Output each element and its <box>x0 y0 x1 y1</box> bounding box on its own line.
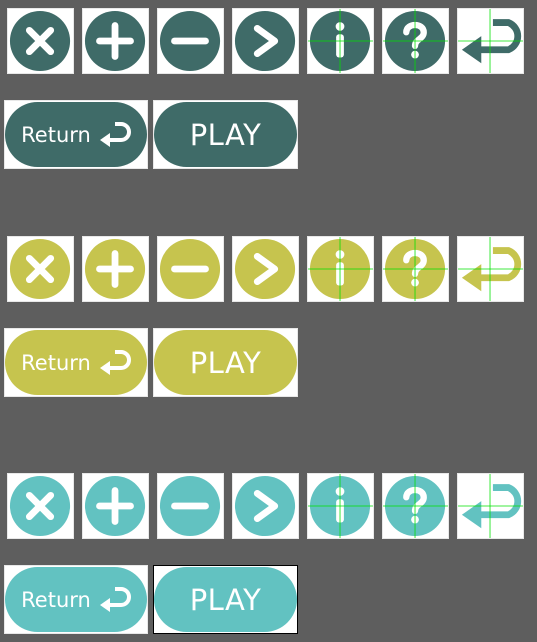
play-label: PLAY <box>189 345 262 380</box>
chevron-right-button[interactable] <box>232 236 299 302</box>
play-button[interactable]: PLAY <box>153 565 298 634</box>
return-label: Return <box>21 350 91 375</box>
chevron-right-icon <box>234 10 296 72</box>
info-button[interactable] <box>307 8 374 74</box>
plus-button[interactable] <box>82 8 149 74</box>
close-button[interactable] <box>7 473 74 539</box>
info-button[interactable] <box>307 473 374 539</box>
play-button[interactable]: PLAY <box>153 328 298 397</box>
close-button[interactable] <box>7 8 74 74</box>
close-icon <box>9 238 71 300</box>
chevron-right-button[interactable] <box>232 473 299 539</box>
return-arrow-icon <box>99 586 131 612</box>
question-button[interactable] <box>382 8 449 74</box>
question-icon <box>383 237 448 301</box>
play-pill: PLAY <box>154 567 297 632</box>
minus-button[interactable] <box>157 8 224 74</box>
info-button[interactable] <box>307 236 374 302</box>
minus-icon <box>159 475 221 537</box>
info-icon <box>308 237 373 301</box>
return-arrow-button[interactable] <box>457 236 524 302</box>
minus-button[interactable] <box>157 473 224 539</box>
return-arrow-button[interactable] <box>457 473 524 539</box>
chevron-right-button[interactable] <box>232 8 299 74</box>
question-button[interactable] <box>382 473 449 539</box>
question-icon <box>383 474 448 538</box>
minus-icon <box>159 238 221 300</box>
plus-button[interactable] <box>82 473 149 539</box>
info-icon <box>308 474 373 538</box>
return-arrow-icon <box>99 121 131 147</box>
return-arrow-icon <box>458 474 523 538</box>
play-label: PLAY <box>189 117 262 152</box>
return-arrow-icon <box>458 9 523 73</box>
question-icon <box>383 9 448 73</box>
plus-icon <box>84 238 146 300</box>
return-arrow-icon <box>99 349 131 375</box>
return-button[interactable]: Return <box>4 328 148 397</box>
chevron-right-icon <box>234 475 296 537</box>
chevron-right-icon <box>234 238 296 300</box>
plus-icon <box>84 10 146 72</box>
play-button[interactable]: PLAY <box>153 100 298 169</box>
return-arrow-icon <box>458 237 523 301</box>
return-label: Return <box>21 122 91 147</box>
play-pill: PLAY <box>154 330 297 395</box>
close-button[interactable] <box>7 236 74 302</box>
info-icon <box>308 9 373 73</box>
return-pill: Return <box>5 102 147 167</box>
return-button[interactable]: Return <box>4 100 148 169</box>
play-label: PLAY <box>189 582 262 617</box>
play-pill: PLAY <box>154 102 297 167</box>
question-button[interactable] <box>382 236 449 302</box>
return-button[interactable]: Return <box>4 565 148 634</box>
return-pill: Return <box>5 330 147 395</box>
minus-button[interactable] <box>157 236 224 302</box>
return-pill: Return <box>5 567 147 632</box>
return-arrow-button[interactable] <box>457 8 524 74</box>
return-label: Return <box>21 587 91 612</box>
plus-icon <box>84 475 146 537</box>
close-icon <box>9 10 71 72</box>
minus-icon <box>159 10 221 72</box>
plus-button[interactable] <box>82 236 149 302</box>
close-icon <box>9 475 71 537</box>
